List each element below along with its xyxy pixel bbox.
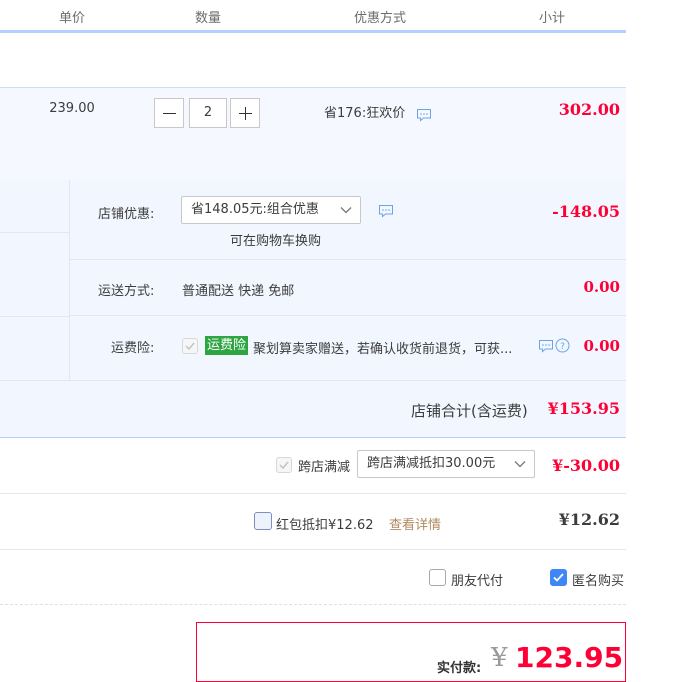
header-divider	[275, 26, 277, 30]
cross-store-amount: ¥-30.00	[552, 456, 620, 475]
check-icon	[279, 461, 289, 470]
payment-label: 实付款:	[437, 661, 482, 676]
payment-amount: 123.95	[515, 641, 624, 674]
header-divider	[138, 26, 140, 30]
check-icon	[185, 342, 195, 351]
header-divider	[478, 26, 480, 30]
check-icon	[553, 573, 564, 582]
item-promotion: 省176:狂欢价	[324, 106, 406, 121]
insurance-checkbox[interactable]	[182, 338, 198, 354]
header-quantity: 数量	[194, 11, 221, 26]
shipping-label: 运送方式:	[98, 284, 155, 299]
shop-discount-hint: 可在购物车换购	[230, 234, 322, 249]
quantity-input[interactable]: 2	[189, 98, 227, 128]
chevron-down-icon	[340, 207, 352, 214]
header-subtotal: 小计	[538, 11, 565, 26]
insurance-label: 运费险:	[111, 341, 155, 356]
shop-total-label: 店铺合计(含运费)	[411, 402, 528, 420]
cross-store-checkbox[interactable]	[276, 457, 292, 473]
cross-store-label: 跨店满减	[298, 460, 351, 475]
shipping-amount: 0.00	[583, 278, 620, 296]
order-confirm-panel: 单价 数量 优惠方式 小计 239.00 2 省176:狂欢价 302.00 店…	[0, 0, 626, 682]
anonymous-label: 匿名购买	[572, 574, 625, 589]
friend-pay-label: 朋友代付	[451, 574, 504, 589]
quantity-decrease-button[interactable]	[154, 98, 184, 128]
shop-total-amount: ¥153.95	[547, 399, 620, 418]
quantity-increase-button[interactable]	[230, 98, 260, 128]
minus-icon	[163, 113, 176, 114]
red-packet-checkbox[interactable]	[254, 512, 272, 530]
item-subtotal: 302.00	[558, 100, 620, 119]
insurance-amount: 0.00	[583, 337, 620, 355]
shop-discount-select[interactable]: 省148.05元:组合优惠	[181, 196, 361, 224]
unit-price: 239.00	[49, 101, 95, 116]
message-icon[interactable]	[416, 108, 432, 122]
red-packet-amount: ¥12.62	[558, 510, 620, 529]
shop-discount-select-value: 省148.05元:组合优惠	[191, 202, 319, 217]
red-packet-details-link[interactable]: 查看详情	[389, 514, 441, 533]
red-packet-label: 红包抵扣¥12.62	[276, 518, 374, 533]
shop-divider	[69, 180, 70, 380]
friend-pay-checkbox[interactable]	[429, 569, 446, 586]
cross-store-select-value: 跨店满减抵扣30.00元	[367, 456, 496, 471]
shipping-value: 普通配送 快递 免邮	[182, 284, 295, 299]
shop-discount-amount: -148.05	[552, 202, 620, 221]
shop-total-row	[0, 380, 626, 438]
header-promotion: 优惠方式	[353, 11, 406, 26]
payment-currency: ¥	[491, 643, 508, 673]
anonymous-checkbox[interactable]	[550, 569, 567, 586]
insurance-description: 聚划算卖家赠送，若确认收货前退货，可获...	[253, 342, 513, 357]
message-icon[interactable]	[378, 204, 394, 218]
shop-discount-label: 店铺优惠:	[98, 207, 155, 222]
insurance-badge: 运费险	[205, 336, 249, 355]
header-price: 单价	[58, 11, 85, 26]
